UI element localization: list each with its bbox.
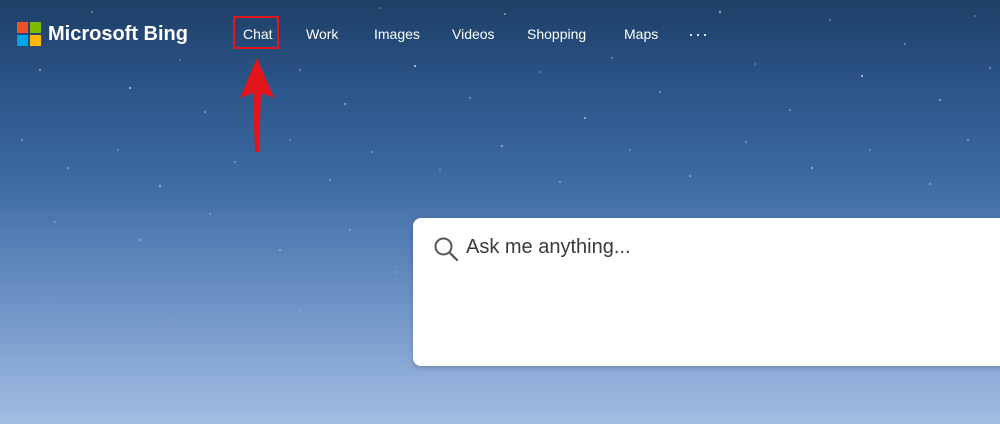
nav-item-videos[interactable]: Videos bbox=[452, 26, 495, 42]
chat-highlight-box bbox=[233, 16, 279, 49]
search-box[interactable] bbox=[413, 218, 1000, 366]
nav-item-images[interactable]: Images bbox=[374, 26, 420, 42]
nav-item-shopping[interactable]: Shopping bbox=[527, 26, 586, 42]
nav-item-maps[interactable]: Maps bbox=[624, 26, 658, 42]
brand-name: Microsoft Bing bbox=[48, 22, 188, 45]
nav-item-work[interactable]: Work bbox=[306, 26, 338, 42]
logo-square-red bbox=[17, 22, 28, 33]
logo-square-yellow bbox=[30, 35, 41, 46]
search-icon bbox=[434, 237, 459, 262]
microsoft-bing-logo[interactable]: Microsoft Bing bbox=[17, 22, 188, 46]
more-menu-button[interactable]: ··· bbox=[688, 24, 709, 45]
logo-square-blue bbox=[17, 35, 28, 46]
microsoft-logo-icon bbox=[17, 22, 41, 46]
logo-square-green bbox=[30, 22, 41, 33]
search-input[interactable] bbox=[466, 234, 986, 261]
arrow-up-icon bbox=[240, 58, 274, 152]
